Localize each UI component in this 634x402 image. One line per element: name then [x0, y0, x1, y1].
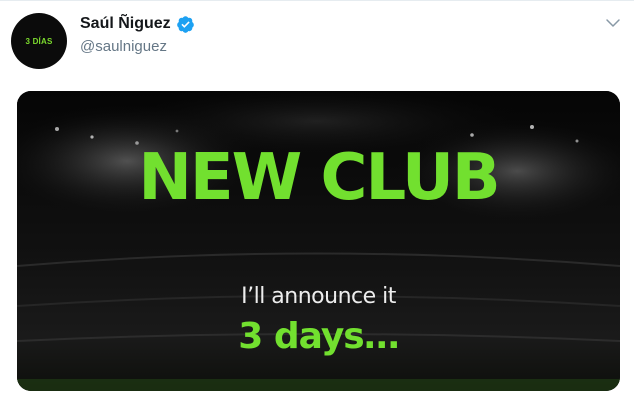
author-info: Saúl Ñiguez @saulniguez	[80, 13, 195, 55]
chevron-down-icon[interactable]	[604, 14, 622, 32]
countdown-text: 3 days…	[238, 316, 399, 357]
user-handle[interactable]: @saulniguez	[80, 38, 195, 55]
headline-text: NEW CLUB	[138, 141, 500, 215]
tweet-header: 3 DÍAS Saúl Ñiguez @saulniguez	[0, 0, 634, 80]
display-name-row: Saúl Ñiguez	[80, 13, 195, 35]
avatar-text: 3 DÍAS	[25, 36, 53, 46]
avatar[interactable]: 3 DÍAS	[11, 13, 67, 69]
verified-badge-icon	[176, 15, 194, 33]
tweet-media-image[interactable]: NEW CLUB I’ll announce it 3 days…	[17, 91, 620, 391]
announcement-text: I’ll announce it	[241, 284, 396, 309]
bottom-spacer	[0, 391, 634, 402]
display-name[interactable]: Saúl Ñiguez	[80, 15, 171, 33]
